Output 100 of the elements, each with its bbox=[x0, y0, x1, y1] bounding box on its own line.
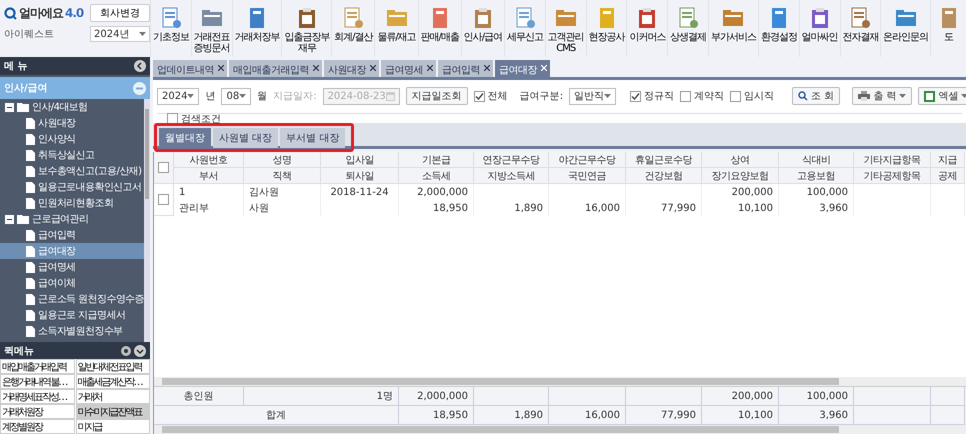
table-cell: 3,960 bbox=[779, 200, 854, 216]
collapse-icon[interactable] bbox=[134, 60, 146, 72]
toolbar-button[interactable]: 인사/급여 bbox=[460, 0, 504, 57]
close-icon[interactable] bbox=[313, 65, 319, 71]
checkbox[interactable] bbox=[158, 194, 169, 205]
toolbar-button[interactable]: 부가서비스 bbox=[708, 0, 758, 57]
column-header: 연장근무수당 bbox=[474, 152, 549, 168]
menu-item[interactable]: 근로소득 원천징수영수증 bbox=[0, 291, 144, 307]
quick-menu-item[interactable]: 거래처 bbox=[76, 389, 150, 404]
tab[interactable]: 매입매출거래입력 bbox=[229, 60, 322, 77]
toolbar-button[interactable]: 회계/결산 bbox=[331, 0, 374, 57]
table-cell: 77,990 bbox=[626, 200, 702, 216]
year-select[interactable]: 2024년 bbox=[90, 26, 150, 42]
scrollbar[interactable] bbox=[154, 377, 966, 386]
quick-menu-item[interactable]: 일반대체전표입력 bbox=[76, 359, 150, 374]
type-checkbox-label[interactable]: 정규직 bbox=[630, 89, 674, 103]
caret-icon bbox=[239, 94, 246, 98]
type-checkbox-label[interactable]: 임시직 bbox=[730, 89, 774, 103]
toolbar-button[interactable]: 상생결제 bbox=[667, 0, 708, 57]
search-icon bbox=[798, 91, 808, 101]
checkbox[interactable] bbox=[680, 90, 692, 102]
close-icon[interactable] bbox=[484, 65, 490, 71]
minus-icon bbox=[5, 102, 14, 112]
quick-menu-item[interactable]: 미지급 bbox=[76, 419, 150, 434]
type-checkbox-label[interactable]: 계약직 bbox=[680, 89, 724, 103]
close-icon[interactable] bbox=[370, 65, 376, 71]
table-cell: 김사원 bbox=[244, 184, 321, 200]
checkbox[interactable] bbox=[158, 162, 169, 173]
menu-item[interactable]: 급여이체 bbox=[0, 275, 144, 291]
toolbar-button[interactable]: 입출금장부 재무 bbox=[281, 0, 332, 57]
menu-item[interactable]: 인사양식 bbox=[0, 131, 144, 147]
quick-menu-item[interactable]: 거래명세표 작성… bbox=[0, 389, 74, 404]
search-button[interactable]: 조 회 bbox=[792, 87, 840, 105]
year-select[interactable]: 2024 bbox=[157, 88, 200, 104]
month-select[interactable]: 08 bbox=[221, 88, 252, 104]
quick-menu-item[interactable]: 거래처원장 bbox=[0, 404, 74, 419]
toolbar-button[interactable]: 현장공사 bbox=[586, 0, 626, 57]
toolbar-button[interactable]: 온라인문의 bbox=[880, 0, 930, 57]
document-icon bbox=[26, 182, 35, 192]
close-icon[interactable] bbox=[218, 65, 224, 71]
menu-item[interactable]: 급여명세 bbox=[0, 259, 144, 275]
sub-tab[interactable]: 사원별 대장 bbox=[213, 128, 278, 148]
tab[interactable]: 급여대장 bbox=[495, 60, 550, 77]
settings-icon[interactable] bbox=[120, 344, 146, 356]
toolbar-button[interactable]: 이커머스 bbox=[626, 0, 668, 57]
quick-menu-item[interactable]: 미수미지급잔액표 bbox=[76, 404, 150, 419]
sub-tab[interactable]: 월별대장 bbox=[159, 128, 211, 148]
toolbar-button[interactable]: 얼마싸인 bbox=[798, 0, 840, 57]
toolbar-button[interactable]: 거래처장부 bbox=[232, 0, 282, 57]
column-header: 기타지급항목 bbox=[854, 152, 931, 168]
column-header: 성명 bbox=[244, 152, 321, 168]
pay-date-lookup-button[interactable]: 지급일조회 bbox=[406, 87, 468, 105]
toolbar-button[interactable]: 도 bbox=[930, 0, 966, 57]
checkbox[interactable] bbox=[167, 113, 178, 124]
quick-menu-item[interactable]: 매입매출거래입력 bbox=[0, 359, 74, 374]
menu-item[interactable]: 일용근로 지급명세서 bbox=[0, 307, 144, 323]
document-icon bbox=[26, 278, 35, 288]
menu-item[interactable]: 사원대장 bbox=[0, 115, 144, 131]
change-company-button[interactable]: 회사변경 bbox=[90, 4, 150, 22]
checkbox[interactable] bbox=[474, 90, 485, 102]
pay-type-select[interactable]: 일반직 bbox=[569, 88, 616, 104]
month-label: 월 bbox=[257, 90, 268, 103]
toolbar-button[interactable]: 판매/매출 bbox=[418, 0, 461, 57]
toolbar-button[interactable]: 거래전표 증빙문서 bbox=[190, 0, 232, 57]
search-conditions-label[interactable]: 검색조건 bbox=[167, 112, 221, 126]
print-button[interactable]: 출 력 bbox=[852, 87, 912, 105]
quick-menu-item[interactable]: 매출세금계산 작… bbox=[76, 374, 150, 389]
checkbox[interactable] bbox=[730, 90, 742, 102]
excel-button[interactable]: 엑셀 bbox=[918, 87, 966, 105]
sub-tab[interactable]: 부서별 대장 bbox=[280, 128, 346, 148]
all-checkbox-label[interactable]: 전체 bbox=[474, 89, 508, 103]
tab[interactable]: 급여명세 bbox=[381, 60, 436, 77]
menu-item[interactable]: 민원처리현황조회 bbox=[0, 195, 144, 211]
document-icon bbox=[26, 166, 35, 176]
table-cell: 100,000 bbox=[779, 184, 854, 200]
logo: 얼마에요 4.0 bbox=[4, 4, 88, 22]
menu-folder[interactable]: 인사/4대보험 bbox=[0, 99, 144, 115]
toolbar-button[interactable]: 물류/재고 bbox=[374, 0, 418, 57]
scrollbar[interactable] bbox=[154, 425, 966, 434]
menu-item[interactable]: 소득자별원천징수부 bbox=[0, 323, 144, 339]
close-icon[interactable] bbox=[427, 65, 433, 71]
quick-menu-item[interactable]: 은행 거래내역 불… bbox=[0, 374, 74, 389]
menu-folder[interactable]: 근로급여관리 bbox=[0, 211, 144, 227]
toolbar-button[interactable]: 세무신고 bbox=[504, 0, 545, 57]
menu-item[interactable]: 급여입력 bbox=[0, 227, 144, 243]
scrollbar[interactable] bbox=[144, 99, 150, 342]
tab[interactable]: 급여입력 bbox=[438, 60, 493, 77]
toolbar-button[interactable]: 전자결재 bbox=[840, 0, 880, 57]
menu-item[interactable]: 보수총액신고(고용/산재) bbox=[0, 163, 144, 179]
toolbar-button[interactable]: 환경설정 bbox=[758, 0, 799, 57]
menu-item[interactable]: 일용근로내용확인신고서 bbox=[0, 179, 144, 195]
checkbox[interactable] bbox=[630, 90, 642, 102]
menu-item[interactable]: 취득상실신고 bbox=[0, 147, 144, 163]
table-cell: 10,100 bbox=[702, 200, 779, 216]
toolbar-button[interactable]: 기초정보 bbox=[150, 0, 191, 57]
tab[interactable]: 업데이트내역 bbox=[153, 60, 227, 77]
toolbar-button[interactable]: 고객관리 CMS bbox=[544, 0, 586, 57]
column-header: 건강보험 bbox=[626, 168, 702, 184]
quick-menu-item[interactable]: 계정별원장 bbox=[0, 419, 74, 434]
tab[interactable]: 사원대장 bbox=[324, 60, 379, 77]
